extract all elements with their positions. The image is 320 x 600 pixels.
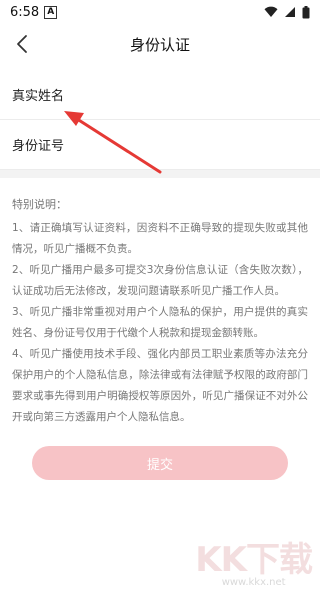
notice-item-2: 2、听见广播用户最多可提交3次身份信息认证（含失败次数），认证成功后无法修改，发… [12, 264, 308, 297]
submit-button[interactable]: 提交 [32, 446, 288, 480]
divider-band [0, 170, 320, 178]
identity-form: 真实姓名 身份证号 [0, 70, 320, 170]
notice-item-4: 4、听见广播使用技术手段、强化内部员工职业素质等办法充分保护用户的个人隐私信息，… [12, 348, 308, 423]
status-time: 6:58 [10, 4, 40, 20]
status-right [264, 5, 310, 19]
notification-icon: A [44, 5, 58, 19]
notice-item-1: 1、请正确填写认证资料，因资料不正确导致的提现失败或其他情况，听见广播概不负责。 [12, 222, 308, 255]
chevron-left-icon [17, 35, 27, 53]
name-label: 真实姓名 [12, 89, 65, 104]
submit-wrap: 提交 [0, 446, 320, 480]
cell-signal-icon [285, 7, 295, 17]
back-button[interactable] [8, 30, 36, 58]
wifi-icon [264, 6, 278, 17]
id-number-field[interactable]: 身份证号 [0, 120, 320, 170]
status-bar: 6:58 A [0, 0, 320, 24]
page-title: 身份认证 [129, 35, 190, 54]
notice-section: 特别说明： 1、请正确填写认证资料，因资料不正确导致的提现失败或其他情况，听见广… [0, 178, 320, 428]
notice-item-3: 3、听见广播非常重视对用户个人隐私的保护，用户提供的真实姓名、身份证号仅用于代缴… [12, 306, 308, 339]
battery-icon [302, 5, 310, 18]
watermark-logo: KK下载 [195, 540, 313, 580]
id-number-label: 身份证号 [12, 139, 65, 154]
name-input[interactable] [72, 87, 308, 102]
notice-title: 特别说明： [12, 198, 67, 211]
watermark: KK下载 www.kkx.net [195, 532, 313, 588]
status-left: 6:58 A [10, 4, 58, 20]
header: 身份认证 [0, 24, 320, 64]
name-field[interactable]: 真实姓名 [0, 70, 320, 120]
id-number-input[interactable] [72, 137, 308, 152]
